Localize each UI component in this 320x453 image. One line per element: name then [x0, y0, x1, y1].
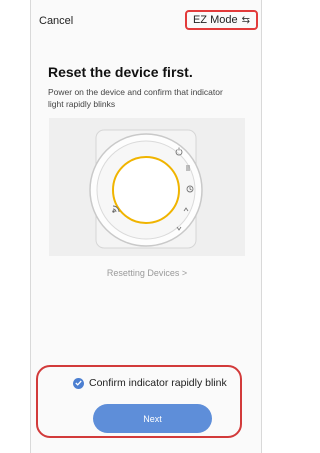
page-title: Reset the device first.: [48, 64, 193, 80]
instruction-text: Power on the device and confirm that ind…: [48, 87, 223, 109]
ez-mode-button[interactable]: EZ Mode ⇆: [184, 10, 258, 30]
checkbox-checked-icon[interactable]: [73, 377, 84, 389]
cancel-button[interactable]: Cancel: [39, 15, 73, 27]
ez-mode-label: EZ Mode: [192, 14, 238, 26]
resetting-devices-label: Resetting Devices: [106, 268, 180, 278]
device-illustration: [49, 118, 245, 256]
confirm-checkbox-row[interactable]: Confirm indicator rapidly blink: [73, 377, 227, 389]
resetting-devices-link[interactable]: Resetting Devices >: [31, 268, 263, 278]
confirm-highlight-box: [36, 365, 242, 438]
swap-arrows-icon: ⇆: [241, 14, 250, 26]
indicator-light-ring: [112, 156, 180, 224]
chevron-right-icon: >: [181, 268, 188, 278]
confirm-label: Confirm indicator rapidly blink: [89, 377, 227, 389]
